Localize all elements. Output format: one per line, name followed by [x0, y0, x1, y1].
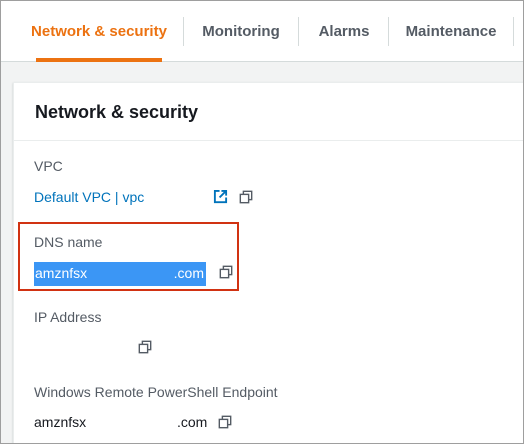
details-window: Network & security Monitoring Alarms Mai…: [0, 0, 524, 444]
dns-value-prefix: amznfsx: [35, 265, 88, 281]
ip-address-label: IP Address: [34, 309, 102, 325]
tab-divider: [513, 17, 514, 46]
copy-icon[interactable]: [138, 340, 152, 354]
powershell-value-suffix: .com: [177, 414, 208, 430]
dns-name-label: DNS name: [34, 234, 103, 250]
tab-divider: [298, 17, 299, 46]
powershell-endpoint-label: Windows Remote PowerShell Endpoint: [34, 384, 278, 400]
tab-label: Monitoring: [202, 22, 280, 40]
tab-maintenance[interactable]: Maintenance: [396, 1, 506, 61]
tab-bar: Network & security Monitoring Alarms Mai…: [1, 1, 523, 62]
panel-title: Network & security: [35, 102, 199, 122]
tab-divider: [388, 17, 389, 46]
copy-icon[interactable]: [239, 190, 253, 204]
tab-monitoring[interactable]: Monitoring: [191, 1, 291, 61]
dns-name-value[interactable]: amznfsx .com: [34, 262, 206, 286]
tab-network-security[interactable]: Network & security: [24, 1, 174, 62]
tab-label: Alarms: [318, 22, 370, 40]
tab-label: Network & security: [31, 22, 167, 40]
vpc-label: VPC: [34, 158, 63, 174]
tab-divider: [183, 17, 184, 46]
panel-header: Network & security: [14, 83, 523, 141]
dns-value-suffix: .com: [173, 265, 204, 281]
copy-icon[interactable]: [218, 415, 232, 429]
powershell-value-prefix: amznfsx: [34, 414, 87, 430]
tab-alarms[interactable]: Alarms: [306, 1, 382, 61]
copy-icon[interactable]: [219, 265, 233, 279]
external-link-icon[interactable]: [213, 189, 228, 204]
tab-label: Maintenance: [405, 22, 497, 40]
vpc-link[interactable]: Default VPC | vpc: [34, 189, 144, 205]
